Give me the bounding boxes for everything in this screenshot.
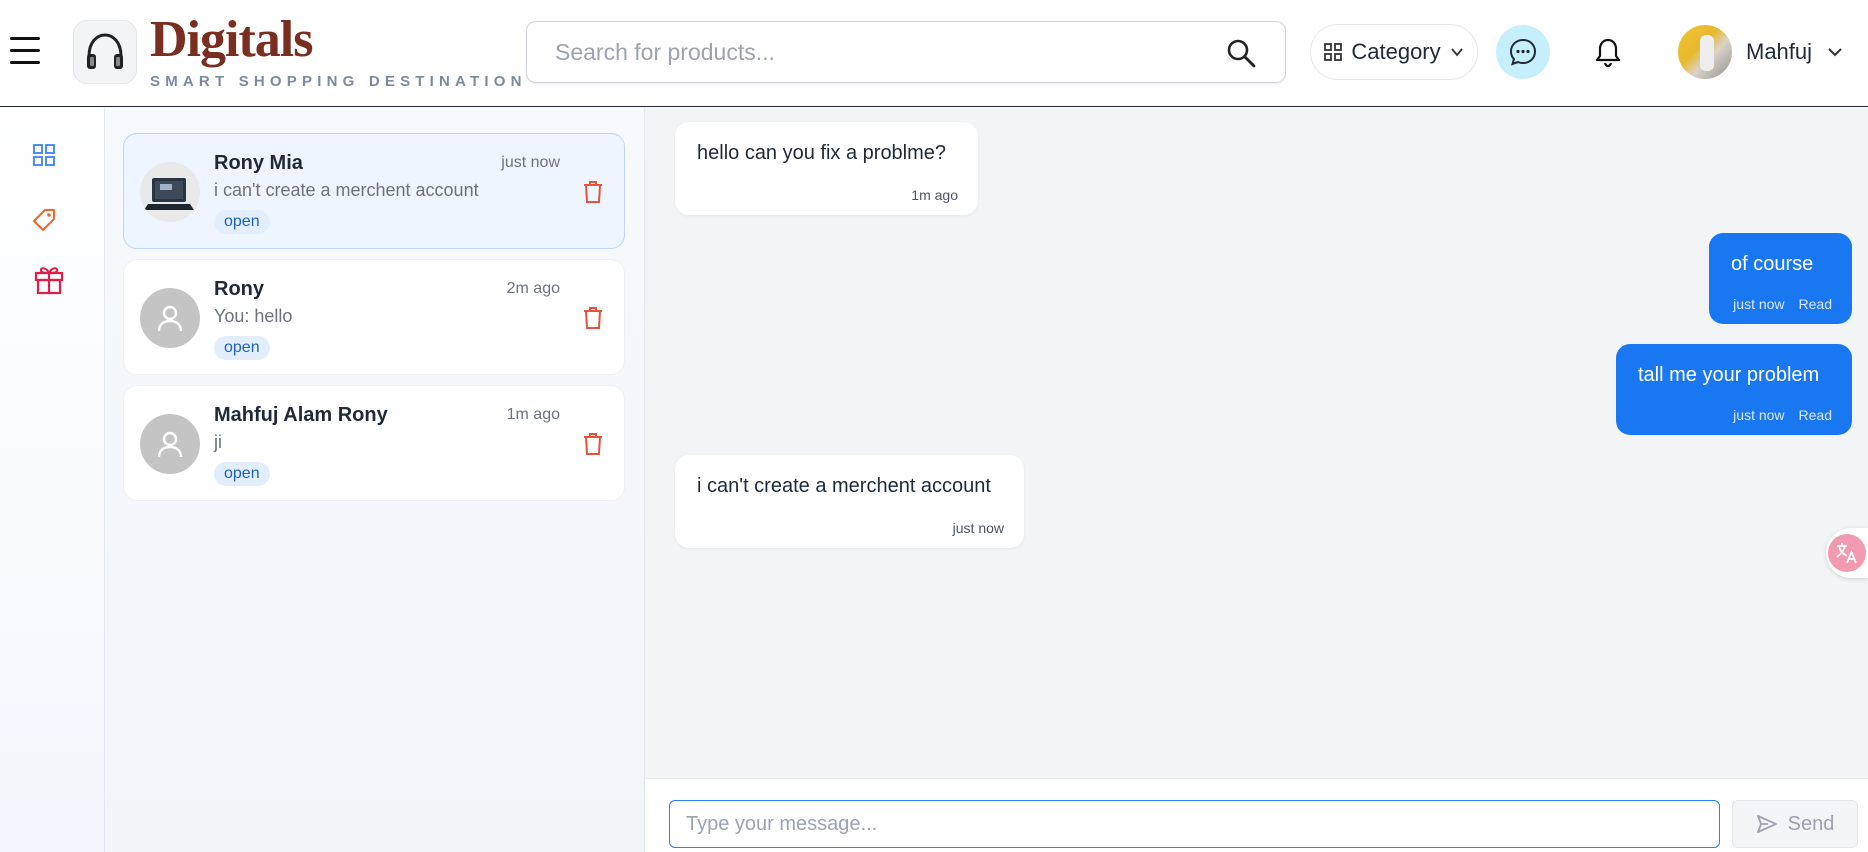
conversation-avatar xyxy=(140,162,200,222)
sidebar-item-dashboard[interactable] xyxy=(32,143,56,172)
chevron-down-icon xyxy=(1828,48,1842,57)
conversation-time: 2m ago xyxy=(506,280,560,297)
headphones-icon xyxy=(87,33,123,69)
read-receipt: Read xyxy=(1798,407,1832,423)
conversation-preview: ji xyxy=(214,432,222,452)
message-text: hello can you fix a problme? xyxy=(697,142,947,164)
message-composer: Send xyxy=(645,778,1868,852)
message-text: of course xyxy=(1731,253,1814,275)
message-time: just now xyxy=(1733,407,1785,423)
status-badge: open xyxy=(214,210,270,234)
send-icon xyxy=(1756,815,1777,833)
conversation-name: Mahfuj Alam Rony xyxy=(214,404,388,426)
delete-conversation-button[interactable] xyxy=(582,180,604,204)
search-button[interactable] xyxy=(1225,37,1257,69)
delete-conversation-button[interactable] xyxy=(582,306,604,330)
conversation-list: Rony Mia just now i can't create a merch… xyxy=(105,108,645,852)
conversation-preview: You: hello xyxy=(214,306,293,326)
brand-name[interactable]: Digitals xyxy=(150,14,313,66)
message-text: tall me your problem xyxy=(1638,364,1820,386)
chat-messages: hello can you fix a problme? 1m ago of c… xyxy=(645,108,1868,778)
category-label: Category xyxy=(1351,39,1441,64)
conversation-avatar xyxy=(140,288,200,348)
category-button[interactable]: Category xyxy=(1310,24,1478,80)
conversation-item[interactable]: Rony Mia just now i can't create a merch… xyxy=(123,133,625,249)
message-bubble-outgoing: tall me your problem just now Read xyxy=(1616,344,1852,435)
menu-icon[interactable] xyxy=(10,37,40,65)
conversation-avatar xyxy=(140,414,200,474)
conversation-name: Rony Mia xyxy=(214,152,303,174)
message-meta: just now Read xyxy=(1733,296,1832,312)
bell-icon xyxy=(1595,38,1621,68)
search-icon xyxy=(1227,39,1256,68)
chat-bubble-icon xyxy=(1509,38,1537,66)
user-name: Mahfuj xyxy=(1746,39,1813,64)
status-badge: open xyxy=(214,462,270,486)
message-time: 1m ago xyxy=(911,187,958,203)
message-bubble-incoming: i can't create a merchent account just n… xyxy=(675,455,1024,548)
tag-icon xyxy=(33,209,55,231)
send-label: Send xyxy=(1787,812,1835,835)
message-meta: just now Read xyxy=(1733,407,1832,423)
send-button[interactable]: Send xyxy=(1732,800,1858,848)
message-bubble-incoming: hello can you fix a problme? 1m ago xyxy=(675,122,978,215)
message-time: just now xyxy=(1733,296,1785,312)
search-bar xyxy=(526,21,1286,83)
top-header: Digitals SMART SHOPPING DESTINATION Cate… xyxy=(0,0,1868,107)
laptop-photo-icon xyxy=(140,162,200,222)
gift-icon xyxy=(34,267,64,295)
user-avatar xyxy=(1678,25,1732,79)
message-text: i can't create a merchent account xyxy=(697,475,991,497)
user-icon xyxy=(157,431,183,458)
message-bubble-outgoing: of course just now Read xyxy=(1709,233,1852,324)
conversation-time: 1m ago xyxy=(506,406,560,423)
user-menu[interactable]: Mahfuj xyxy=(1678,25,1844,79)
message-input[interactable] xyxy=(669,800,1720,848)
trash-icon xyxy=(584,307,602,329)
conversation-name: Rony xyxy=(214,278,264,300)
delete-conversation-button[interactable] xyxy=(582,432,604,456)
conversation-time: just now xyxy=(501,154,560,171)
grid-icon xyxy=(1324,43,1343,61)
notifications-button[interactable] xyxy=(1590,34,1626,70)
message-time: just now xyxy=(952,520,1004,536)
read-receipt: Read xyxy=(1798,296,1832,312)
chevron-down-icon xyxy=(1450,48,1463,57)
translate-button[interactable] xyxy=(1826,528,1868,578)
trash-icon xyxy=(584,181,602,203)
status-badge: open xyxy=(214,336,270,360)
trash-icon xyxy=(584,433,602,455)
search-input[interactable] xyxy=(555,36,1195,68)
sidebar-item-gifts[interactable] xyxy=(33,263,65,300)
conversation-item[interactable]: Mahfuj Alam Rony 1m ago ji open xyxy=(123,385,625,501)
conversation-item[interactable]: Rony 2m ago You: hello open xyxy=(123,259,625,375)
brand-tagline: SMART SHOPPING DESTINATION xyxy=(150,73,527,90)
sidebar-item-deals[interactable] xyxy=(31,207,57,238)
translate-icon xyxy=(1828,534,1866,572)
sidebar xyxy=(0,108,105,852)
grid-icon xyxy=(33,144,55,166)
conversation-preview: i can't create a merchent account xyxy=(214,180,479,200)
logo[interactable] xyxy=(73,20,137,84)
messages-button[interactable] xyxy=(1496,25,1550,79)
user-icon xyxy=(157,305,183,332)
